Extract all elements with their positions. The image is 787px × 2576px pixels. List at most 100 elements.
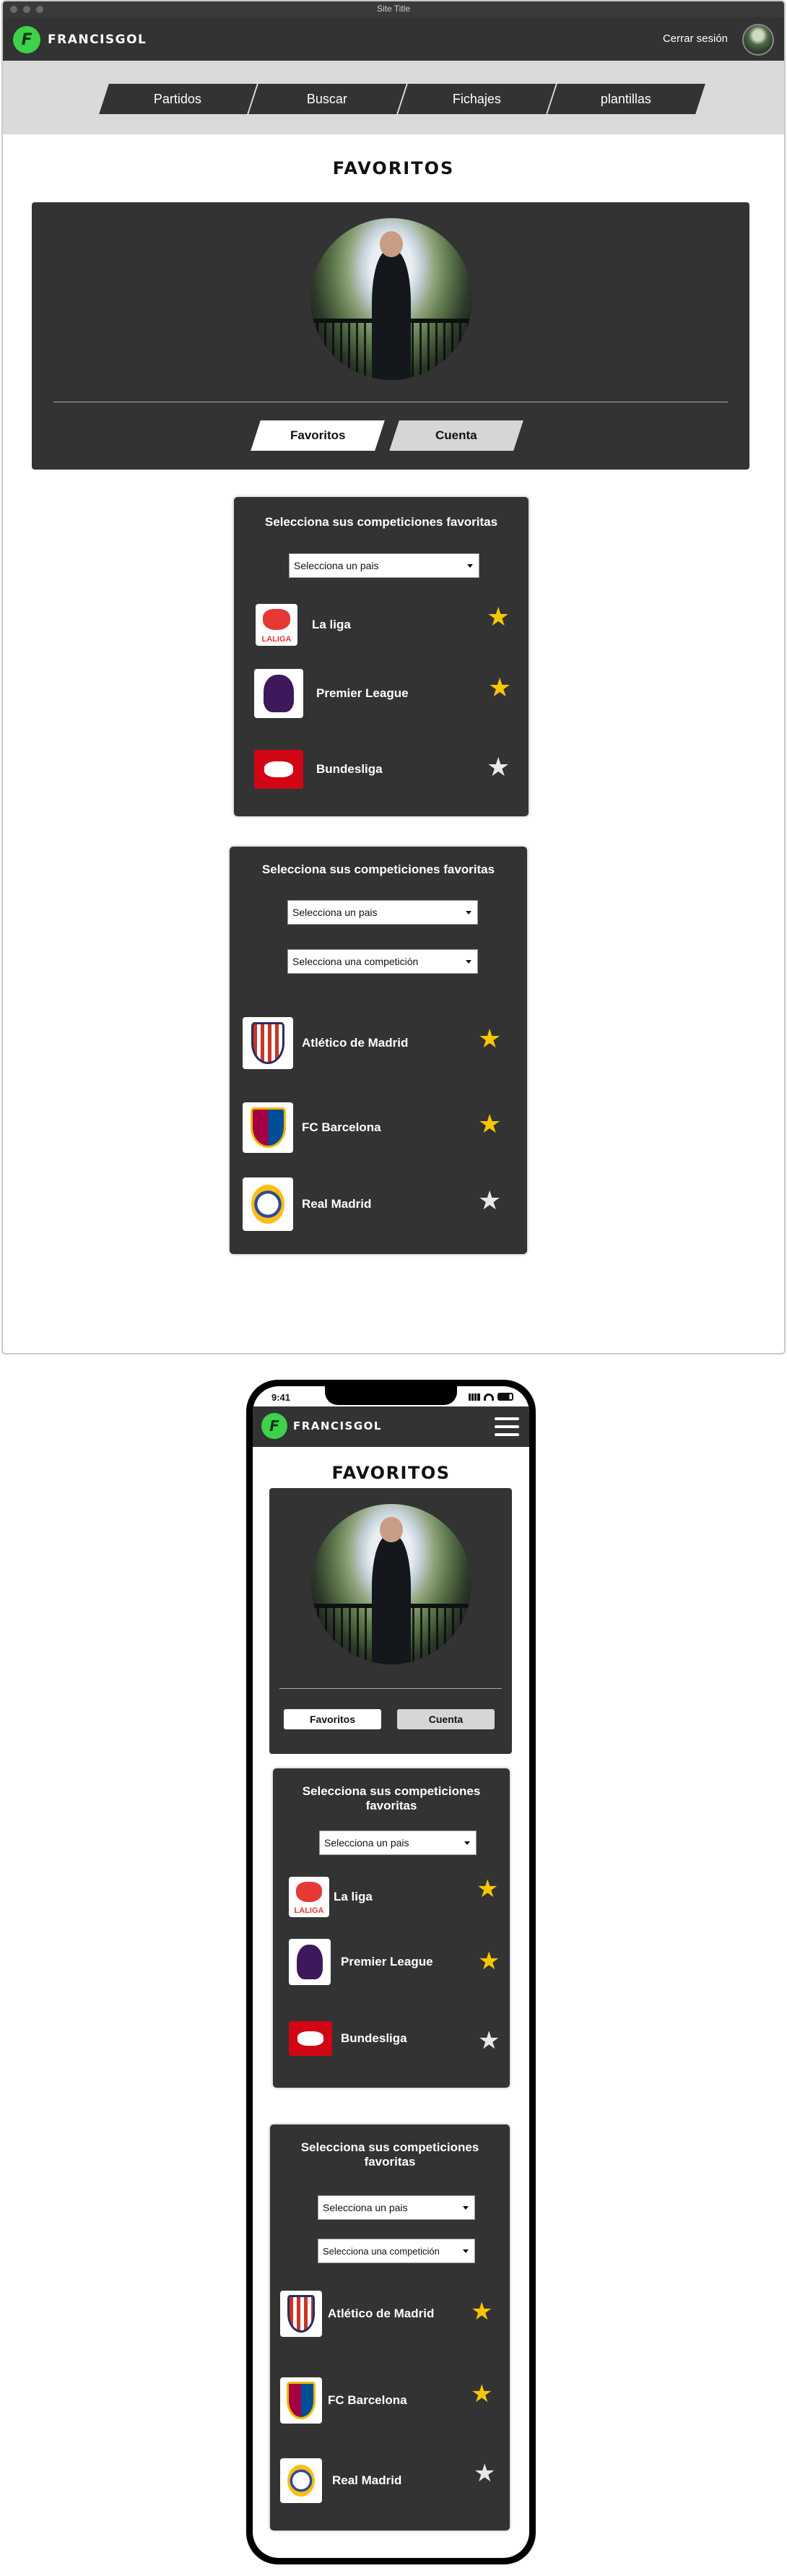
list-item-label: FC Barcelona — [328, 2393, 407, 2407]
competitions-title: Selecciona sus competiciones favoritas — [302, 1784, 481, 1812]
nav-tab-partidos[interactable]: Partidos — [99, 84, 257, 114]
top-bar: F FRANCISGOL Cerrar sesión — [3, 17, 784, 61]
mobile-frame: 9:41 F FRANCISGOL FAVORITOS Favoritos Cu… — [246, 1380, 536, 2564]
nav-tab-plantillas[interactable]: plantillas — [547, 84, 705, 114]
star-icon[interactable]: ★ — [471, 2382, 492, 2406]
star-icon[interactable]: ★ — [478, 1111, 501, 1137]
star-icon[interactable]: ★ — [487, 604, 510, 630]
fc-barcelona-crest — [280, 2377, 322, 2424]
competition-select[interactable]: Selecciona una competición — [318, 2239, 475, 2263]
tab-favoritos[interactable]: Favoritos — [251, 420, 385, 451]
logout-link[interactable]: Cerrar sesión — [663, 33, 728, 45]
list-item-label: Bundesliga — [341, 2031, 407, 2045]
chevron-down-icon — [466, 960, 471, 964]
status-time: 9:41 — [271, 1392, 291, 1403]
tab-label: Favoritos — [309, 1713, 355, 1725]
select-value: Selecciona un pais — [323, 2202, 408, 2213]
list-item-label: Bundesliga — [316, 762, 383, 776]
profile-card: Favoritos Cuenta — [269, 1488, 512, 1754]
page-title: FAVORITOS — [331, 1463, 451, 1483]
profile-photo — [311, 1504, 471, 1664]
user-avatar[interactable] — [742, 24, 774, 56]
brand-logo[interactable]: F FRANCISGOL — [13, 26, 147, 53]
list-item: Atlético de Madrid — [243, 1017, 408, 1069]
brand-name: FRANCISGOL — [48, 33, 147, 47]
tab-favoritos[interactable]: Favoritos — [284, 1709, 381, 1729]
page-title: FAVORITOS — [332, 158, 455, 178]
chevron-down-icon — [463, 2249, 469, 2253]
list-item-label: Premier League — [341, 1955, 433, 1968]
competitions-title: Selecciona sus competiciones favoritas — [264, 515, 498, 529]
profile-divider — [279, 1688, 502, 1689]
real-madrid-crest — [243, 1177, 293, 1231]
brand-name: FRANCISGOL — [293, 1419, 382, 1432]
list-item-label: Real Madrid — [332, 2473, 402, 2487]
laliga-logo: LALIGA — [256, 604, 297, 646]
premier-league-logo — [289, 1939, 331, 1985]
star-icon[interactable]: ★ — [478, 1026, 501, 1052]
nav-tab-label: plantillas — [601, 91, 652, 106]
chevron-down-icon — [467, 564, 473, 568]
star-icon[interactable]: ★ — [478, 1949, 500, 1974]
window-titlebar: Site Title — [3, 1, 784, 17]
laliga-logo: LALIGA — [289, 1877, 329, 1917]
competitions-card: Selecciona sus competiciones favoritas S… — [234, 497, 529, 816]
list-item: Real Madrid — [280, 2458, 401, 2503]
star-icon[interactable]: ★ — [478, 2028, 500, 2053]
list-item: Real Madrid — [243, 1177, 371, 1231]
nav-tab-label: Buscar — [307, 91, 348, 106]
logo-icon: F — [13, 26, 40, 53]
list-item-label: Atlético de Madrid — [328, 2307, 435, 2320]
bundesliga-logo — [254, 750, 303, 789]
country-select[interactable]: Selecciona un pais — [319, 1831, 477, 1855]
list-item: LALIGA La liga — [289, 1877, 373, 1917]
list-item: Bundesliga — [254, 750, 383, 789]
list-item: FC Barcelona — [243, 1102, 381, 1153]
nav-tab-fichajes[interactable]: Fichajes — [398, 84, 556, 114]
list-item-label: La liga — [334, 1890, 373, 1903]
list-item: Premier League — [289, 1939, 433, 1985]
competition-select[interactable]: Selecciona una competición — [287, 949, 478, 974]
teams-title: Selecciona sus competiciones favoritas — [300, 2140, 479, 2169]
country-select[interactable]: Selecciona un pais — [289, 553, 479, 578]
brand-logo[interactable]: F FRANCISGOL — [261, 1413, 382, 1439]
list-item-label: FC Barcelona — [302, 1120, 381, 1134]
nav-tab-label: Fichajes — [452, 91, 502, 106]
select-value: Selecciona una competición — [292, 956, 419, 967]
star-icon[interactable]: ★ — [477, 1877, 498, 1901]
list-item: Atlético de Madrid — [280, 2291, 434, 2337]
star-icon[interactable]: ★ — [474, 2461, 495, 2486]
profile-photo — [310, 218, 472, 380]
list-item: Bundesliga — [289, 2021, 407, 2056]
mobile-top-bar: F FRANCISGOL — [253, 1406, 529, 1447]
star-icon[interactable]: ★ — [478, 1188, 501, 1214]
tab-cuenta[interactable]: Cuenta — [397, 1709, 495, 1729]
tab-label: Favoritos — [290, 428, 346, 442]
list-item: FC Barcelona — [280, 2377, 407, 2424]
select-value: Selecciona una competición — [323, 2245, 440, 2257]
main-nav: Partidos Buscar Fichajes plantillas — [3, 61, 784, 134]
teams-card: Selecciona sus competiciones favoritas S… — [270, 2125, 510, 2530]
tab-label: Cuenta — [428, 1713, 464, 1725]
list-item-label: Real Madrid — [302, 1197, 372, 1211]
real-madrid-crest — [280, 2458, 322, 2503]
desktop-window: Site Title F FRANCISGOL Cerrar sesión Pa… — [1, 0, 786, 1354]
list-item: LALIGA La liga — [256, 604, 351, 646]
logo-icon: F — [261, 1413, 287, 1439]
mobile-screen: 9:41 F FRANCISGOL FAVORITOS Favoritos Cu… — [253, 1386, 529, 2558]
star-icon[interactable]: ★ — [487, 754, 510, 780]
fc-barcelona-crest — [243, 1102, 293, 1153]
star-icon[interactable]: ★ — [488, 675, 511, 701]
country-select[interactable]: Selecciona un pais — [318, 2195, 475, 2220]
list-item-label: Atlético de Madrid — [302, 1036, 409, 1050]
country-select[interactable]: Selecciona un pais — [287, 900, 478, 925]
atletico-madrid-crest — [243, 1017, 293, 1069]
signal-icon — [469, 1393, 480, 1401]
star-icon[interactable]: ★ — [471, 2299, 492, 2324]
premier-league-logo — [254, 669, 303, 718]
tab-cuenta[interactable]: Cuenta — [389, 420, 523, 451]
status-bar: 9:41 — [253, 1386, 529, 1406]
nav-tab-buscar[interactable]: Buscar — [248, 84, 406, 114]
hamburger-menu-icon[interactable] — [495, 1417, 519, 1436]
list-item-label: Premier League — [316, 686, 409, 700]
